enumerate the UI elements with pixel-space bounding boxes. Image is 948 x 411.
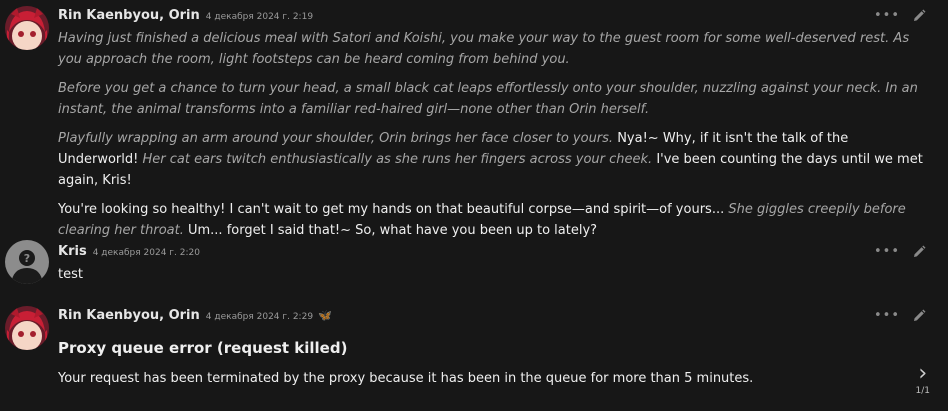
- message-paragraph: Having just finished a delicious meal wi…: [58, 28, 930, 70]
- unknown-user-avatar[interactable]: ?: [5, 240, 49, 284]
- message-body: Proxy queue error (request killed) Your …: [58, 338, 930, 389]
- message-timestamp: 4 декабря 2024 г. 2:19: [205, 12, 314, 22]
- orin-avatar[interactable]: [5, 6, 49, 50]
- chat-message: ? Kris 4 декабря 2024 г. 2:20 ••• test: [0, 236, 948, 296]
- orin-avatar[interactable]: [5, 306, 49, 350]
- message-body: test: [58, 264, 930, 285]
- sender-name[interactable]: Rin Kaenbyou, Orin: [58, 8, 200, 23]
- message-paragraph: Before you get a chance to turn your hea…: [58, 78, 930, 120]
- message-actions: •••: [874, 308, 926, 322]
- error-title: Proxy queue error (request killed): [58, 339, 348, 357]
- message-actions: •••: [874, 8, 926, 22]
- sender-name[interactable]: Rin Kaenbyou, Orin: [58, 308, 200, 323]
- message-header: Rin Kaenbyou, Orin 4 декабря 2024 г. 2:2…: [58, 308, 332, 323]
- more-options-icon[interactable]: •••: [874, 9, 900, 22]
- message-body: Having just finished a delicious meal wi…: [58, 28, 930, 249]
- error-text: Your request has been terminated by the …: [58, 371, 754, 386]
- more-options-icon[interactable]: •••: [874, 309, 900, 322]
- message-timestamp: 4 декабря 2024 г. 2:29: [205, 312, 314, 322]
- chevron-right-icon[interactable]: ›: [918, 363, 927, 385]
- edit-pencil-icon[interactable]: [912, 308, 926, 322]
- message-paragraph: Playfully wrapping an arm around your sh…: [58, 128, 930, 191]
- message-header: Rin Kaenbyou, Orin 4 декабря 2024 г. 2:1…: [58, 8, 313, 23]
- message-text: test: [58, 267, 83, 282]
- message-timestamp: 4 декабря 2024 г. 2:20: [92, 248, 200, 258]
- swipe-pager: › 1/1: [915, 363, 930, 397]
- sender-name[interactable]: Kris: [58, 244, 87, 259]
- message-header: Kris 4 декабря 2024 г. 2:20: [58, 244, 200, 259]
- chat-message: Rin Kaenbyou, Orin 4 декабря 2024 г. 2:2…: [0, 300, 948, 411]
- edit-pencil-icon[interactable]: [912, 244, 926, 258]
- message-paragraph: You're looking so healthy! I can't wait …: [58, 199, 930, 241]
- svg-text:?: ?: [24, 252, 30, 265]
- butterfly-icon: 🦋: [318, 309, 332, 322]
- swipe-counter: 1/1: [915, 386, 930, 396]
- chat-message: Rin Kaenbyou, Orin 4 декабря 2024 г. 2:1…: [0, 0, 948, 238]
- narration-text: Her cat ears twitch enthusiastically as …: [142, 152, 657, 167]
- more-options-icon[interactable]: •••: [874, 245, 900, 258]
- dialogue-text: You're looking so healthy! I can't wait …: [58, 202, 729, 217]
- narration-text: Before you get a chance to turn your hea…: [58, 81, 918, 117]
- chat-log: Rin Kaenbyou, Orin 4 декабря 2024 г. 2:1…: [0, 0, 948, 411]
- message-actions: •••: [874, 244, 926, 258]
- edit-pencil-icon[interactable]: [912, 8, 926, 22]
- narration-text: Having just finished a delicious meal wi…: [58, 31, 910, 67]
- narration-text: Playfully wrapping an arm around your sh…: [58, 131, 618, 146]
